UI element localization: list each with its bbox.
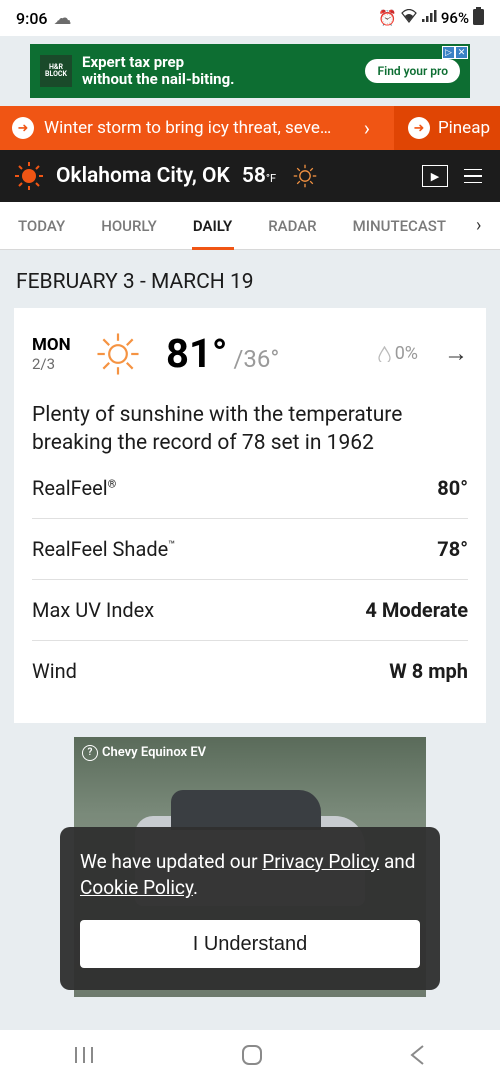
back-button[interactable] — [408, 1043, 428, 1071]
day-of-week: MON — [32, 335, 80, 355]
chevron-right-icon: › — [352, 116, 382, 140]
ad-text: Expert tax prep without the nail-biting. — [82, 54, 365, 89]
android-nav-bar — [0, 1030, 500, 1084]
video-button[interactable]: ▶ — [422, 165, 448, 187]
ad-video-label: ? Chevy Equinox EV — [82, 745, 206, 761]
detail-uv-index: Max UV Index 4 Moderate — [32, 580, 468, 641]
ticker-arrow-icon: ➜ — [12, 117, 34, 139]
detail-wind: Wind W 8 mph — [32, 641, 468, 701]
news-ticker: ➜ Winter storm to bring icy threat, seve… — [0, 106, 500, 150]
ad-cta-button[interactable]: Find your pro — [365, 59, 460, 83]
consent-accept-button[interactable]: I Understand — [80, 920, 420, 968]
ad-controls[interactable]: ▷✕ — [442, 46, 468, 59]
privacy-policy-link[interactable]: Privacy Policy — [262, 850, 379, 873]
info-icon: ? — [82, 745, 98, 761]
cookie-policy-link[interactable]: Cookie Policy — [80, 876, 193, 899]
condition-sunny-icon — [292, 163, 318, 189]
consent-popup: We have updated our Privacy Policy and C… — [60, 827, 440, 990]
detail-realfeel-shade: RealFeel Shade™ 78° — [32, 519, 468, 580]
ticker-item-next[interactable]: ➜ Pineap — [394, 106, 500, 150]
app-logo-icon[interactable] — [14, 161, 44, 191]
day-date: 2/3 — [32, 355, 80, 373]
location-name[interactable]: Oklahoma City, OK — [56, 164, 230, 188]
forecast-description: Plenty of sunshine with the temperature … — [32, 401, 468, 458]
tabs-scroll-right[interactable]: › — [464, 215, 493, 236]
detail-realfeel: RealFeel® 80° — [32, 458, 468, 519]
low-temp: /36° — [233, 345, 279, 373]
alarm-icon: ⏰ — [378, 9, 397, 27]
ad-logo: H&R BLOCK — [40, 55, 72, 87]
ticker-item-main[interactable]: ➜ Winter storm to bring icy threat, seve… — [0, 116, 394, 140]
home-button[interactable] — [240, 1043, 264, 1071]
forecast-card[interactable]: MON 2/3 81° /36° 0% → Plenty of sunshine… — [14, 308, 486, 723]
tab-today[interactable]: TODAY — [0, 202, 83, 249]
tab-hourly[interactable]: HOURLY — [83, 202, 175, 249]
expand-arrow-icon[interactable]: → — [444, 339, 468, 368]
tab-minutecast[interactable]: MINUTECAST — [335, 202, 464, 249]
android-status-bar: 9:06 ☁ ⏰ 96% — [0, 0, 500, 36]
battery-percent: 96% — [441, 9, 469, 27]
battery-icon — [473, 7, 484, 29]
signal-icon — [421, 9, 437, 27]
current-temp: 58°F — [242, 164, 276, 188]
clock: 9:06 — [16, 9, 48, 28]
wifi-icon — [401, 9, 417, 27]
tab-bar: TODAY HOURLY DAILY RADAR MINUTECAST › — [0, 202, 500, 250]
precipitation: 0% — [378, 343, 418, 364]
forecast-sunny-icon — [96, 332, 140, 376]
ticker-arrow-icon: ➜ — [408, 117, 430, 139]
consent-text: We have updated our Privacy Policy and C… — [80, 849, 420, 902]
cloud-icon: ☁ — [54, 8, 72, 29]
hamburger-menu-button[interactable] — [460, 165, 486, 188]
location-bar: Oklahoma City, OK 58°F ▶ — [0, 150, 500, 202]
tab-radar[interactable]: RADAR — [250, 202, 334, 249]
date-range-label: FEBRUARY 3 - MARCH 19 — [0, 250, 500, 308]
recents-button[interactable] — [72, 1045, 96, 1069]
tab-daily[interactable]: DAILY — [175, 202, 250, 249]
high-temp: 81° — [166, 330, 227, 377]
ad-banner-top[interactable]: ▷✕ H&R BLOCK Expert tax prep without the… — [30, 44, 470, 98]
